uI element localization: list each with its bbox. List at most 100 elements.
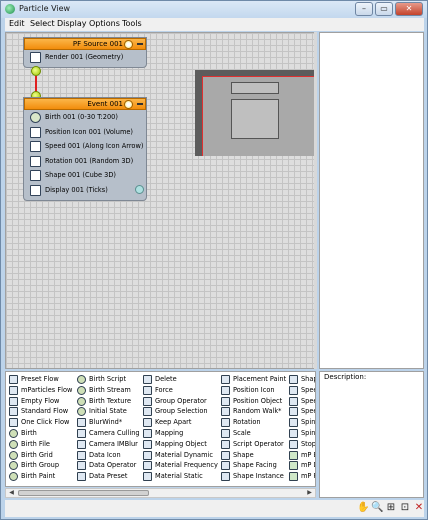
bottom-toolbar: ✋ 🔍 ⊞ ⊡ ✕: [5, 500, 424, 517]
title-bar[interactable]: Particle View – ▭ ✕: [1, 1, 427, 18]
birth-icon: [9, 428, 18, 438]
mp-e-icon: [289, 450, 298, 460]
parameters-panel[interactable]: [319, 32, 424, 369]
position-object-icon: [221, 396, 230, 406]
material-dynamic-icon: [143, 450, 152, 460]
depot-horizontal-scrollbar[interactable]: ◀ ▶: [5, 488, 316, 498]
depot-item-label: Birth Grid: [21, 450, 53, 459]
depot-item-label: Group Selection: [155, 407, 208, 416]
zoom-extents-icon[interactable]: ⊡: [399, 502, 411, 514]
operator-speed[interactable]: Speed 001 (Along Icon Arrow): [24, 139, 146, 154]
rotation-icon: [30, 155, 41, 167]
depot-item-label: Shape Instance: [233, 472, 284, 481]
operator-birth[interactable]: Birth 001 (0-30 T:200): [24, 110, 146, 125]
depot-item-label: Stop: [301, 439, 316, 448]
operator-rotation[interactable]: Rotation 001 (Random 3D): [24, 154, 146, 169]
graph-vertical-scrollbar[interactable]: [314, 32, 317, 369]
menu-display[interactable]: Display: [57, 19, 87, 28]
empty-flow-icon: [9, 396, 18, 406]
pf-source-node[interactable]: PF Source 001 Render 001 (Geometry): [23, 37, 147, 68]
material-frequency-icon: [143, 461, 152, 471]
force-icon: [143, 385, 152, 395]
operator-render[interactable]: Render 001 (Geometry): [24, 50, 146, 65]
shape-instance-icon: [221, 472, 230, 482]
operator-depot[interactable]: Preset Flow mParticles Flow Empty Flow S…: [5, 371, 316, 487]
depot-item-label: Birth Script: [89, 375, 127, 383]
depot-item-label: Birth File: [21, 439, 50, 448]
scroll-thumb[interactable]: [18, 490, 149, 496]
speed-by-surface-icon: [289, 407, 298, 417]
event-header[interactable]: Event 001: [24, 98, 146, 110]
depot-item-label: Force: [155, 385, 173, 394]
app-icon: [5, 4, 15, 14]
depot-item-label: One Click Flow: [21, 418, 70, 427]
description-label: Description:: [324, 373, 367, 381]
operator-shape[interactable]: Shape 001 (Cube 3D): [24, 168, 146, 183]
menu-options[interactable]: Options: [89, 19, 120, 28]
data-preset-icon: [77, 472, 86, 482]
event-output-connector[interactable]: [135, 184, 144, 194]
preset-flow-icon: [9, 375, 18, 384]
shape-icon: [30, 170, 41, 181]
wire-connection[interactable]: [35, 76, 37, 92]
minimize-node-icon[interactable]: [137, 103, 143, 105]
data-operator-icon: [77, 461, 86, 471]
delete-icon: [143, 375, 152, 384]
operator-position-icon[interactable]: Position Icon 001 (Volume): [24, 125, 146, 140]
group-operator-icon: [143, 396, 152, 406]
light-bulb-icon[interactable]: [124, 100, 133, 109]
data-icon-icon: [77, 450, 86, 460]
event-node[interactable]: Event 001 Birth 001 (0-30 T:200) Positio…: [23, 97, 147, 201]
depot-item-label: Camera Culling: [89, 428, 140, 437]
navigator-view-frame[interactable]: [202, 76, 317, 156]
no-zoom-icon[interactable]: ✕: [413, 502, 425, 514]
depot-item-label: Spee: [301, 385, 316, 394]
scroll-right-icon[interactable]: ▶: [305, 489, 314, 497]
pan-icon[interactable]: ✋: [357, 502, 369, 514]
zoom-region-icon[interactable]: ⊞: [385, 502, 397, 514]
minimize-node-icon[interactable]: [137, 43, 143, 45]
zoom-icon[interactable]: 🔍: [371, 502, 383, 514]
depot-item-label: Shape Facing: [233, 461, 277, 470]
depot-item-label: mParticles Flow: [21, 385, 73, 394]
script-operator-icon: [221, 439, 230, 449]
minimize-button[interactable]: –: [355, 2, 373, 16]
menu-select[interactable]: Select: [30, 19, 55, 28]
depot-item-label: Placement Paint: [233, 375, 287, 383]
standard-flow-icon: [9, 407, 18, 417]
operator-display[interactable]: Display 001 (Ticks): [24, 183, 146, 198]
position-icon-icon: [221, 385, 230, 395]
pf-source-header[interactable]: PF Source 001: [24, 38, 146, 50]
depot-item-label: Delete: [155, 375, 177, 383]
menu-tools[interactable]: Tools: [122, 19, 142, 28]
restore-button[interactable]: ▭: [375, 2, 393, 16]
group-selection-icon: [143, 407, 152, 417]
mp-f-icon: [289, 472, 298, 482]
menu-edit[interactable]: Edit: [9, 19, 25, 28]
description-panel: Description:: [319, 371, 424, 498]
position-icon: [30, 126, 41, 138]
depot-item-label: Birth Group: [21, 461, 60, 470]
depot-item-label: Mapping Object: [155, 439, 207, 448]
source-output-connector[interactable]: [31, 66, 41, 76]
shape-icon: [221, 450, 230, 460]
event-display-graph[interactable]: PF Source 001 Render 001 (Geometry) Even…: [5, 32, 317, 369]
depot-item-label: Keep Apart: [155, 418, 192, 427]
operator-label: Position Icon 001 (Volume): [45, 127, 133, 136]
depot-item-label: Position Object: [233, 396, 283, 405]
one-click-flow-icon: [9, 418, 18, 428]
depot-item-label: Data Preset: [89, 472, 128, 481]
depot-item-label: Birth: [21, 428, 37, 437]
scroll-left-icon[interactable]: ◀: [7, 489, 16, 497]
event-title: Event 001: [87, 100, 123, 108]
depot-item-label: Random Walk*: [233, 407, 282, 416]
random-walk-icon: [221, 407, 230, 417]
navigator-panel[interactable]: [195, 70, 317, 156]
birth-script-icon: [77, 375, 86, 384]
camera-culling-icon: [77, 428, 86, 438]
close-button[interactable]: ✕: [395, 2, 423, 16]
light-bulb-icon[interactable]: [124, 40, 133, 49]
depot-item-label: Birth Paint: [21, 472, 56, 481]
depot-item-label: Data Operator: [89, 461, 137, 470]
depot-item-label: Group Operator: [155, 396, 207, 405]
